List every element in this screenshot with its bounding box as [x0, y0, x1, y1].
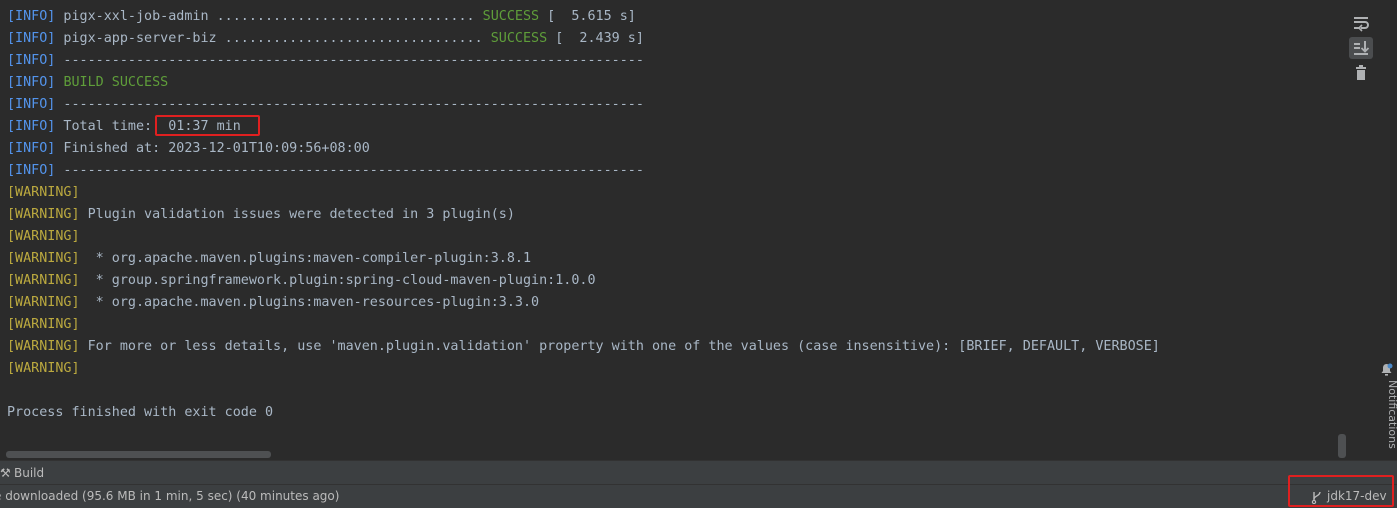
hammer-icon: ⚒ [0, 466, 11, 480]
warning-tag: [WARNING] [7, 207, 80, 222]
success-label: BUILD SUCCESS [63, 75, 169, 90]
warning-tag: [WARNING] [7, 361, 80, 376]
soft-wrap-icon[interactable] [1352, 14, 1370, 32]
console-line: [INFO] ---------------------------------… [7, 160, 644, 182]
success-label: SUCCESS [482, 9, 540, 24]
console-line-text: ----------------------------------------… [55, 163, 644, 178]
build-tab-label: Build [14, 466, 45, 480]
git-branch-label: jdk17-dev [1327, 489, 1387, 503]
duration-text: [ 2.439 s] [547, 31, 644, 46]
git-branch-widget[interactable]: jdk17-dev [1311, 485, 1387, 507]
warning-tag: [WARNING] [7, 229, 80, 244]
console-line-text: * org.apache.maven.plugins:maven-compile… [79, 251, 532, 266]
notifications-bell-icon[interactable] [1380, 363, 1393, 376]
console-line-text: ----------------------------------------… [55, 97, 644, 112]
console-line: [INFO] BUILD SUCCESS [7, 72, 168, 94]
warning-tag: [WARNING] [7, 185, 80, 200]
console-line: [INFO] ---------------------------------… [7, 94, 644, 116]
warning-tag: [WARNING] [7, 295, 80, 310]
git-branch-icon [1311, 491, 1321, 504]
warning-tag: [WARNING] [7, 339, 80, 354]
console-line: [WARNING] [7, 182, 80, 204]
console-line-text: * group.springframework.plugin:spring-cl… [79, 273, 596, 288]
console-line: [WARNING] Plugin validation issues were … [7, 204, 515, 226]
warning-tag: [WARNING] [7, 317, 80, 332]
console-line-text: For more or less details, use 'maven.plu… [79, 339, 1160, 354]
console-line: [INFO] pigx-xxl-job-admin ..............… [7, 6, 636, 28]
vertical-scrollbar[interactable] [1338, 434, 1346, 458]
scroll-to-end-icon[interactable] [1352, 39, 1370, 57]
info-tag: [INFO] [7, 97, 56, 112]
total-time-highlight [155, 115, 260, 136]
console-line-text: pigx-app-server-biz ....................… [55, 31, 491, 46]
console-line: [WARNING] * org.apache.maven.plugins:mav… [7, 248, 531, 270]
console-line: [WARNING] [7, 358, 80, 380]
console-line-text: * org.apache.maven.plugins:maven-resourc… [79, 295, 540, 310]
console-line: [WARNING] For more or less details, use … [7, 336, 1160, 358]
warning-tag: [WARNING] [7, 273, 80, 288]
console-line-text: Process finished with exit code 0 [7, 405, 274, 420]
clear-all-icon[interactable] [1352, 64, 1370, 82]
info-tag: [INFO] [7, 119, 56, 134]
console-line: [WARNING] [7, 226, 80, 248]
info-tag: [INFO] [7, 53, 56, 68]
info-tag: [INFO] [7, 75, 56, 90]
info-tag: [INFO] [7, 163, 56, 178]
notifications-tab[interactable]: Notifications [1386, 380, 1397, 449]
console-line-text: Finished at: 2023-12-01T10:09:56+08:00 [55, 141, 370, 156]
console-output[interactable]: [INFO] pigx-xxl-job-admin ..............… [0, 0, 1346, 460]
success-label: SUCCESS [490, 31, 548, 46]
console-line: Process finished with exit code 0 [7, 402, 273, 424]
build-tab[interactable]: ⚒ Build [0, 463, 44, 483]
console-line: [INFO] pigx-app-server-biz .............… [7, 28, 644, 50]
console-line: [WARNING] * org.apache.maven.plugins:mav… [7, 292, 539, 314]
tool-window-bar [0, 460, 1397, 485]
console-line-text: ----------------------------------------… [55, 53, 644, 68]
warning-tag: [WARNING] [7, 251, 80, 266]
console-line: [INFO] ---------------------------------… [7, 50, 644, 72]
duration-text: [ 5.615 s] [539, 9, 636, 24]
horizontal-scrollbar[interactable] [6, 451, 271, 458]
info-tag: [INFO] [7, 9, 56, 24]
status-message[interactable]: e downloaded (95.6 MB in 1 min, 5 sec) (… [0, 485, 339, 507]
console-line: [WARNING] * group.springframework.plugin… [7, 270, 596, 292]
console-line: [WARNING] [7, 314, 80, 336]
console-line-text: pigx-xxl-job-admin .....................… [55, 9, 483, 24]
info-tag: [INFO] [7, 31, 56, 46]
console-line-text: Plugin validation issues were detected i… [79, 207, 515, 222]
info-tag: [INFO] [7, 141, 56, 156]
console-line: [INFO] Finished at: 2023-12-01T10:09:56+… [7, 138, 370, 160]
